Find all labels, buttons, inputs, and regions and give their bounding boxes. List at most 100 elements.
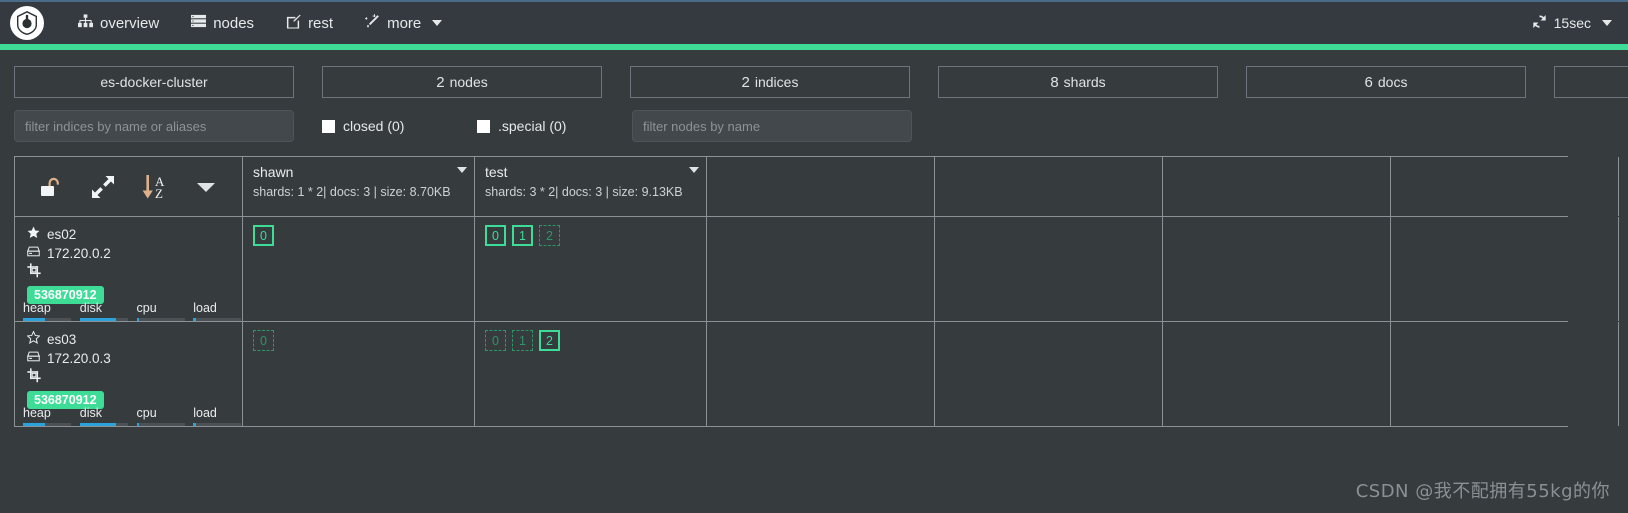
special-indices-label: .special (0): [498, 118, 567, 134]
nav-item-overview[interactable]: overview: [62, 8, 175, 38]
node-stat-label: load: [193, 406, 217, 420]
shard-cell-es02-shawn: 0: [243, 217, 475, 321]
grid-empty-column: [1163, 157, 1391, 216]
progress-track: [136, 423, 185, 426]
grid-empty-column: [1391, 157, 1619, 216]
nav-item-label: rest: [308, 14, 334, 32]
node-stat-load: load: [185, 406, 242, 426]
nav-item-more[interactable]: more: [349, 8, 458, 39]
checkbox-icon[interactable]: [322, 119, 335, 133]
nodes-filter-input[interactable]: [632, 110, 912, 142]
node-stat-label: heap: [23, 301, 51, 315]
node-stat-heap: heap: [15, 301, 72, 321]
stat-box-nodes[interactable]: 2 nodes: [322, 66, 602, 98]
node-stat-label: cpu: [136, 301, 157, 315]
crop-data-icon: [27, 263, 42, 283]
grid-empty-cell: [1163, 322, 1391, 426]
unlock-icon[interactable]: [25, 157, 77, 216]
shard-box[interactable]: 0: [253, 225, 274, 246]
index-header-shawn[interactable]: shawn shards: 1 * 2| docs: 3 | size: 8.7…: [243, 157, 475, 216]
node-host: 172.20.0.2: [47, 246, 111, 261]
nav-item-label: nodes: [213, 14, 255, 32]
nav-item-label: overview: [100, 14, 160, 32]
node-host-line: 172.20.0.3: [15, 349, 242, 368]
node-stat-label: disk: [79, 406, 102, 420]
refresh-icon: [1532, 14, 1547, 32]
stat-box-docs[interactable]: 6 docs: [1246, 66, 1526, 98]
chevron-down-icon[interactable]: [689, 167, 699, 173]
filters-row: closed (0) .special (0): [0, 98, 1628, 142]
grid-toolbar-cell: A Z: [15, 157, 243, 216]
node-stats: heap disk cpu load: [15, 301, 242, 321]
magic-wand-icon: [365, 13, 380, 33]
node-stat-disk: disk: [72, 406, 129, 426]
closed-indices-checkbox[interactable]: closed (0): [322, 118, 477, 134]
nav-item-label: more: [387, 14, 422, 32]
sitemap-icon: [78, 14, 93, 32]
node-name: es03: [47, 332, 77, 347]
stat-box-indices[interactable]: 2 indices: [630, 66, 910, 98]
stat-value: 2: [436, 73, 445, 91]
shard-box[interactable]: 1: [512, 330, 533, 351]
progress-track: [193, 423, 242, 426]
expand-icon[interactable]: [77, 157, 129, 216]
indices-filter-input[interactable]: [14, 110, 294, 142]
grid-empty-cell: [1391, 217, 1619, 321]
shard-box[interactable]: 2: [539, 330, 560, 351]
sort-az-icon[interactable]: A Z: [129, 157, 181, 216]
node-stat-cpu: cpu: [129, 406, 186, 426]
progress-track: [23, 423, 71, 426]
chevron-down-icon[interactable]: [432, 20, 443, 26]
shard-box[interactable]: 0: [485, 225, 506, 246]
cluster-grid: A Z shawn shards: 1 * 2| docs: 3 | size:…: [14, 156, 1619, 427]
checkbox-icon[interactable]: [477, 119, 490, 133]
table-row: es03 172.20.0.3 536870912 heap disk cpu …: [15, 322, 1619, 426]
stat-label: shards: [1063, 74, 1106, 90]
grid-empty-cell: [707, 322, 935, 426]
stat-value: 8: [1050, 73, 1059, 91]
node-stat-label: heap: [23, 406, 51, 420]
stat-box-overflow[interactable]: [1554, 66, 1628, 98]
cerebro-logo-icon[interactable]: [10, 6, 44, 40]
index-meta: shards: 3 * 2| docs: 3 | size: 9.13KB: [485, 185, 683, 199]
cluster-stats-row: es-docker-cluster 2 nodes 2 indices 8 sh…: [0, 50, 1628, 98]
grid-empty-cell: [935, 217, 1163, 321]
special-indices-checkbox[interactable]: .special (0): [477, 118, 632, 134]
chevron-down-icon[interactable]: [180, 157, 232, 216]
svg-text:Z: Z: [155, 186, 163, 201]
grid-empty-cell: [935, 322, 1163, 426]
progress-fill: [79, 318, 117, 321]
refresh-interval-selector[interactable]: 15sec: [1532, 14, 1612, 32]
progress-fill: [79, 423, 117, 426]
node-name: es02: [47, 227, 77, 242]
shard-box[interactable]: 0: [253, 330, 274, 351]
node-role-line: [15, 368, 242, 388]
edit-square-icon: [286, 14, 301, 33]
shard-box[interactable]: 0: [485, 330, 506, 351]
grid-empty-column: [707, 157, 935, 216]
chevron-down-icon[interactable]: [1602, 20, 1612, 26]
stat-label: nodes: [449, 74, 488, 90]
stat-value: 2: [741, 73, 750, 91]
star-filled-icon: [27, 225, 40, 244]
chevron-down-icon[interactable]: [457, 167, 467, 173]
progress-track: [193, 318, 242, 321]
node-cell-es03[interactable]: es03 172.20.0.3 536870912 heap disk cpu …: [15, 322, 243, 426]
node-cell-es02[interactable]: es02 172.20.0.2 536870912 heap disk cpu …: [15, 217, 243, 321]
crop-data-icon: [27, 368, 42, 388]
shard-cell-es03-shawn: 0: [243, 322, 475, 426]
shard-cell-es02-test: 0 1 2: [475, 217, 707, 321]
nav-item-nodes[interactable]: nodes: [175, 8, 270, 38]
stat-label: es-docker-cluster: [100, 74, 208, 90]
index-header-test[interactable]: test shards: 3 * 2| docs: 3 | size: 9.13…: [475, 157, 707, 216]
star-outline-icon: [26, 330, 41, 349]
index-name: shawn: [253, 164, 294, 180]
closed-indices-label: closed (0): [343, 118, 405, 134]
progress-fill: [136, 423, 139, 426]
stat-box-cluster-name[interactable]: es-docker-cluster: [14, 66, 294, 98]
stat-box-shards[interactable]: 8 shards: [938, 66, 1218, 98]
progress-track: [23, 318, 71, 321]
nav-item-rest[interactable]: rest: [270, 8, 349, 39]
shard-box[interactable]: 1: [512, 225, 533, 246]
shard-box[interactable]: 2: [539, 225, 560, 246]
